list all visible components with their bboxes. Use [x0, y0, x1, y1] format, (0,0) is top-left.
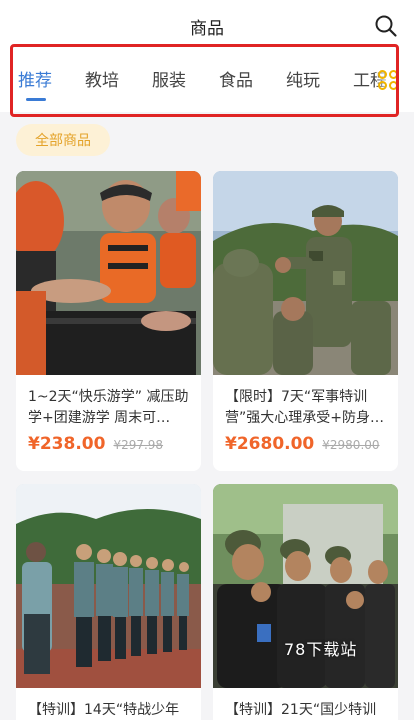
product-card[interactable]: 【限时】7天“军事特训营”强大心理承受+防身… ¥2680.00 ¥2980.0… [213, 171, 398, 471]
tab-clothing[interactable]: 服装 [152, 66, 186, 91]
product-original-price: ¥297.98 [113, 438, 164, 452]
tab-food[interactable]: 食品 [219, 66, 253, 91]
tab-education[interactable]: 教培 [85, 66, 119, 91]
kids-in-life-jackets-photo [16, 171, 201, 375]
students-saluting-photo [16, 484, 201, 688]
product-price: ¥2680.00 [225, 434, 315, 454]
all-products-chip[interactable]: 全部商品 [16, 124, 110, 156]
category-tab-bar: 推荐 教培 服装 食品 纯玩 工程 [0, 46, 414, 112]
tab-recommended[interactable]: 推荐 [18, 66, 52, 101]
camouflage-soldier-training-photo [213, 171, 398, 375]
category-tabs: 推荐 教培 服装 食品 纯玩 工程 [18, 66, 414, 101]
product-card[interactable]: 1~2天“快乐游学” 减压助学+团建游学 周末可… ¥238.00 ¥297.9… [16, 171, 201, 471]
grid-circles-icon[interactable] [378, 70, 400, 92]
product-name: 【特训】14天“特战少年 [28, 702, 180, 718]
product-price: ¥238.00 [28, 434, 106, 454]
product-prices: ¥2680.00 ¥2980.00 [213, 434, 398, 454]
product-name: 1~2天“快乐游学” 减压助学+团建游学 周末可… [28, 389, 189, 426]
watermark-text: 78下载站 [284, 640, 358, 659]
product-prices: ¥238.00 ¥297.98 [16, 434, 201, 454]
search-icon[interactable] [374, 14, 398, 38]
tab-leisure[interactable]: 纯玩 [286, 66, 320, 91]
product-original-price: ¥2980.00 [322, 438, 380, 452]
product-name: 【特训】21天“国少特训 [225, 702, 377, 718]
product-name: 【限时】7天“军事特训营”强大心理承受+防身… [225, 389, 384, 426]
top-bar: 商品 [0, 0, 414, 52]
page-title: 商品 [190, 19, 224, 39]
product-card[interactable]: 【特训】21天“国少特训 [213, 484, 398, 720]
product-card[interactable]: 【特训】14天“特战少年 [16, 484, 201, 720]
